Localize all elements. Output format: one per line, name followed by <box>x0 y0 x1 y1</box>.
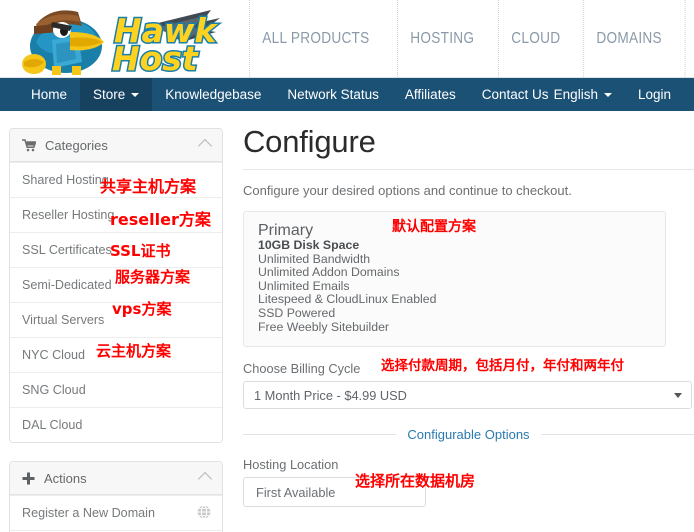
sidebar-item-semi-dedicated[interactable]: Semi-Dedicated <box>10 267 222 302</box>
page-title: Configure <box>243 124 376 159</box>
categories-panel: Categories Shared Hosting Reseller Hosti… <box>9 128 223 443</box>
topnav-item-all-products[interactable]: ALL PRODUCTS <box>249 0 382 77</box>
product-feature: SSD Powered <box>258 305 336 320</box>
topnav-item-hosting[interactable]: HOSTING <box>396 0 487 77</box>
nav-language-selector[interactable]: English <box>541 78 625 111</box>
sidebar-item-label: Semi-Dedicated <box>22 278 112 292</box>
product-feature: Unlimited Bandwidth <box>258 251 371 266</box>
billing-cycle-select[interactable]: 1 Month Price - $4.99 USD <box>243 381 692 410</box>
product-feature: Litespeed & CloudLinux Enabled <box>258 292 437 307</box>
product-summary-box: Primary 10GB Disk Space Unlimited Bandwi… <box>243 211 666 348</box>
sidebar-item-label: NYC Cloud <box>22 348 85 362</box>
chevron-down-icon <box>603 92 612 97</box>
globe-icon <box>197 505 211 522</box>
top-product-nav: ALL PRODUCTS HOSTING CLOUD DOMAINS VPS C… <box>240 0 694 77</box>
nav-language-label: English <box>553 87 598 102</box>
nav-login[interactable]: Login <box>625 78 684 111</box>
configurable-options-label: Configurable Options <box>396 426 541 442</box>
sidebar-item-ssl-certificates[interactable]: SSL Certificates <box>10 232 222 267</box>
chevron-down-icon <box>674 393 682 399</box>
main-navbar: Home Store Knowledgebase Network Status … <box>0 78 694 111</box>
sidebar-item-nyc-cloud[interactable]: NYC Cloud <box>10 337 222 372</box>
sidebar-item-label: SSL Certificates <box>22 243 112 257</box>
topnav-item-vps[interactable]: VPS <box>684 0 694 77</box>
nav-store-label: Store <box>93 87 126 102</box>
sidebar-item-label: Shared Hosting <box>22 173 109 187</box>
product-feature: Unlimited Addon Domains <box>258 265 400 280</box>
topnav-item-domains[interactable]: DOMAINS <box>583 0 675 77</box>
site-header: Hawk Host ALL PRODUCTS HOSTING CLOUD DOM… <box>0 0 694 78</box>
svg-text:Host: Host <box>112 39 199 76</box>
hosting-location-label: Hosting Location <box>243 457 339 473</box>
nav-knowledgebase[interactable]: Knowledgebase <box>152 78 274 111</box>
sidebar-item-label: Reseller Hosting <box>22 208 115 222</box>
title-divider <box>243 169 694 170</box>
sidebar-item-shared-hosting[interactable]: Shared Hosting <box>10 162 222 197</box>
plus-icon <box>22 472 35 485</box>
navbar-right-group: English Login <box>541 78 684 111</box>
cart-icon <box>22 138 36 152</box>
product-feature: Unlimited Emails <box>258 278 350 293</box>
main-content: Configure Configure your desired options… <box>243 124 694 532</box>
sidebar-item-label: DAL Cloud <box>22 418 83 432</box>
nav-home[interactable]: Home <box>18 78 80 111</box>
actions-panel-title: Actions <box>44 470 87 486</box>
product-feature: Free Weebly Sitebuilder <box>258 319 390 334</box>
topnav-item-cloud[interactable]: CLOUD <box>497 0 573 77</box>
hosting-location-value: First Available <box>256 484 336 500</box>
sidebar: Categories Shared Hosting Reseller Hosti… <box>9 128 223 532</box>
chevron-down-icon <box>131 92 140 97</box>
billing-cycle-label: Choose Billing Cycle <box>243 361 361 377</box>
sidebar-item-dal-cloud[interactable]: DAL Cloud <box>10 407 222 442</box>
categories-panel-title: Categories <box>45 137 108 153</box>
sidebar-item-virtual-servers[interactable]: Virtual Servers <box>10 302 222 337</box>
hawk-host-logo-icon: Hawk Host <box>22 10 220 76</box>
nav-store[interactable]: Store <box>80 78 153 111</box>
actions-panel: Actions Register a New Domain Transfer i <box>9 461 223 532</box>
nav-network-status[interactable]: Network Status <box>274 78 392 111</box>
actions-panel-header[interactable]: Actions <box>10 462 222 495</box>
categories-panel-header[interactable]: Categories <box>10 129 222 162</box>
configurable-options-divider: Configurable Options <box>243 425 694 443</box>
navbar-left-group: Home Store Knowledgebase Network Status … <box>18 78 561 111</box>
site-logo[interactable]: Hawk Host <box>6 2 236 76</box>
chevron-up-icon[interactable] <box>197 138 213 154</box>
sidebar-item-reseller-hosting[interactable]: Reseller Hosting <box>10 197 222 232</box>
nav-affiliates[interactable]: Affiliates <box>392 78 469 111</box>
product-name: Primary <box>258 222 314 239</box>
product-feature: 10GB Disk Space <box>258 238 360 252</box>
page-subtitle: Configure your desired options and conti… <box>243 183 572 198</box>
sidebar-item-label: Register a New Domain <box>22 506 155 520</box>
page-root: Hawk Host ALL PRODUCTS HOSTING CLOUD DOM… <box>0 0 694 532</box>
sidebar-item-label: SNG Cloud <box>22 383 86 397</box>
billing-cycle-value: 1 Month Price - $4.99 USD <box>254 387 407 403</box>
sidebar-item-sng-cloud[interactable]: SNG Cloud <box>10 372 222 407</box>
sidebar-action-register-domain[interactable]: Register a New Domain <box>10 495 222 530</box>
sidebar-item-label: Virtual Servers <box>22 313 105 327</box>
hosting-location-select[interactable]: First Available <box>243 477 426 508</box>
chevron-up-icon[interactable] <box>197 471 213 487</box>
